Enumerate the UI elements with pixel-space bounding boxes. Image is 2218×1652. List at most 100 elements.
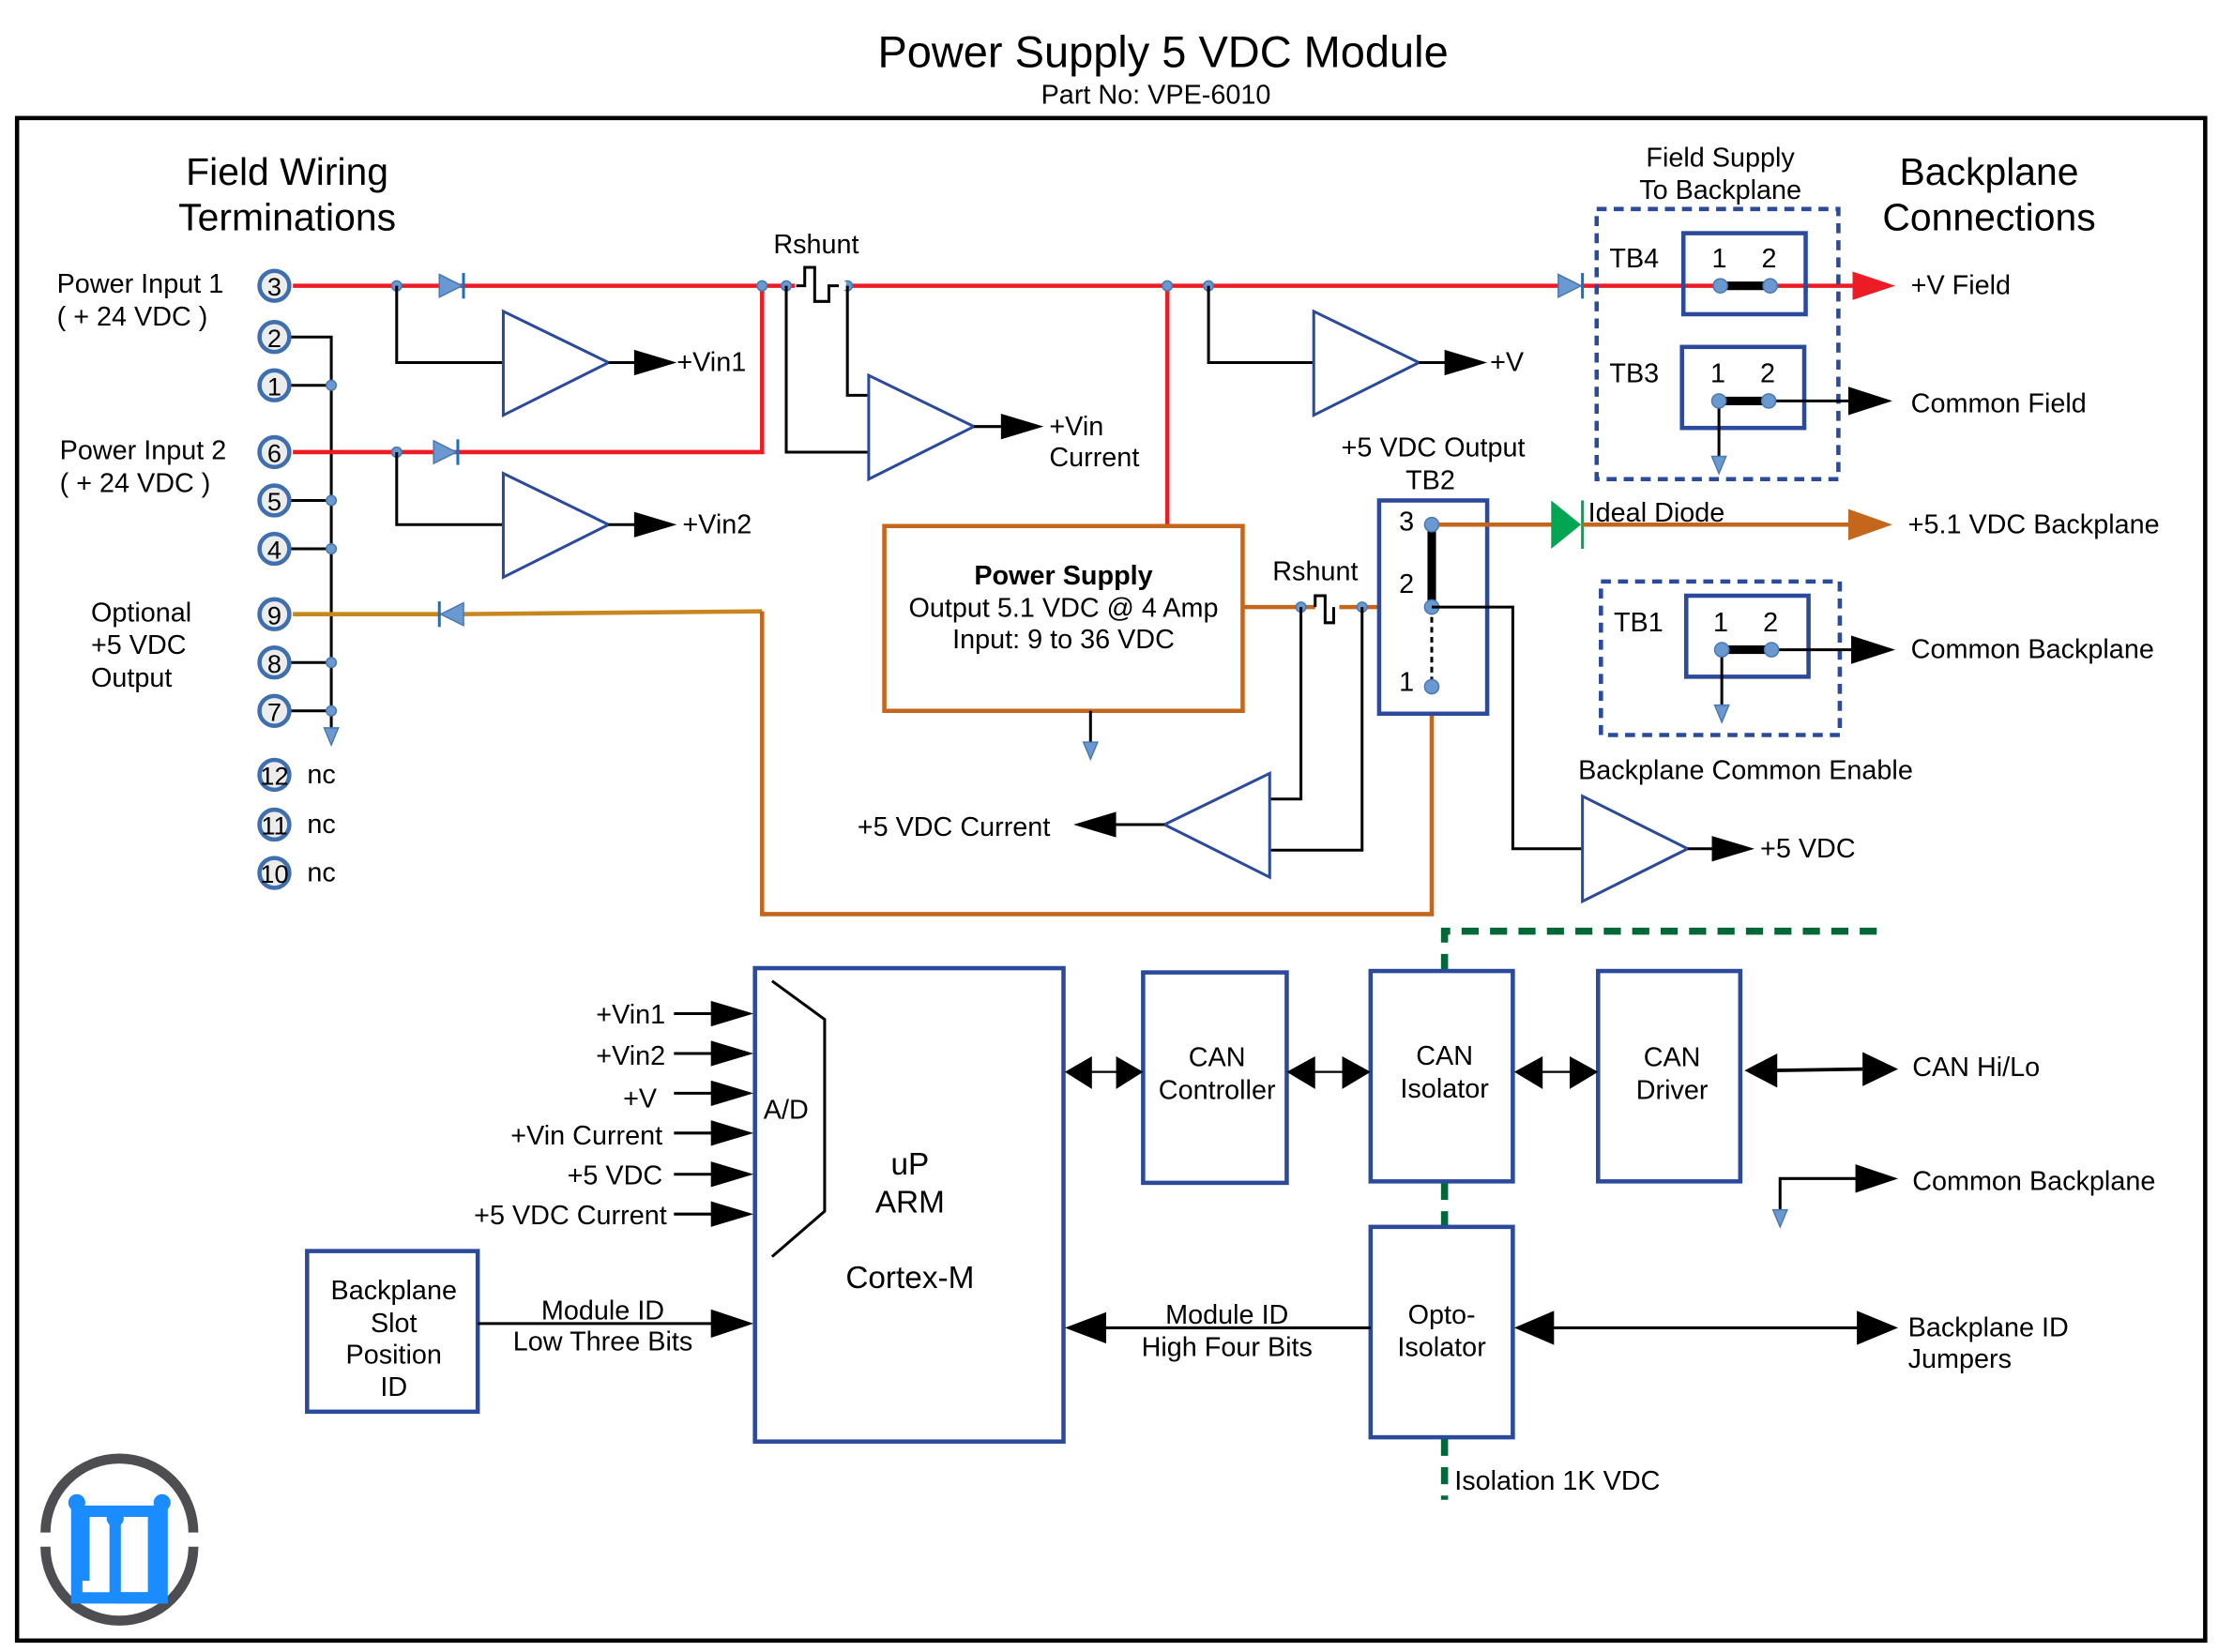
arrow-right-icon xyxy=(1855,1164,1899,1193)
nc-label: nc xyxy=(307,760,335,790)
5v-current-output-label: +5 VDC Current xyxy=(858,812,1051,842)
backplane-id-label: Backplane ID xyxy=(1908,1313,2069,1343)
slot-box-line-3: Position xyxy=(346,1340,442,1370)
module-id-low-label: Module ID xyxy=(541,1296,664,1326)
can-driver-line-2: Driver xyxy=(1636,1075,1709,1105)
backplane-common-enable-label: Backplane Common Enable xyxy=(1578,755,1913,785)
mcu-can-link xyxy=(1065,1055,1144,1089)
svg-text:+5 VDC Current: +5 VDC Current xyxy=(474,1201,667,1231)
field-supply-label: Field Supply xyxy=(1646,143,1795,173)
rshunt-2-icon xyxy=(1314,594,1335,625)
mcu-input-vin1: +Vin1 xyxy=(596,1000,754,1030)
tb4-block xyxy=(1680,231,1808,317)
can-controller-line-2: Controller xyxy=(1159,1075,1276,1105)
terminal-8: 8 xyxy=(257,645,292,680)
svg-text:+Vin2: +Vin2 xyxy=(596,1041,665,1071)
tb3-pin-2-node xyxy=(1760,393,1777,409)
5v-output-label: +5 VDC xyxy=(1760,834,1856,864)
svg-text:+5 VDC: +5 VDC xyxy=(568,1160,663,1190)
tb1-pin-2: 2 xyxy=(1763,608,1778,638)
vin-current-output-label: +Vin xyxy=(1049,412,1103,442)
ideal-diode-label: Ideal Diode xyxy=(1588,498,1725,528)
part-number: Part No: VPE-6010 xyxy=(1041,81,1271,111)
vfield-label: +V Field xyxy=(1911,271,2011,301)
diode-icon xyxy=(433,439,459,465)
amplifier-5v-icon xyxy=(1581,794,1692,904)
junction-node xyxy=(326,494,338,507)
ground-arrow-icon xyxy=(1771,1208,1788,1229)
terminal-7: 7 xyxy=(257,693,292,728)
tb1-label: TB1 xyxy=(1614,608,1664,638)
nc-label: nc xyxy=(307,858,335,888)
tb4-pin-2: 2 xyxy=(1762,244,1777,274)
optional-label-3: Output xyxy=(91,663,172,693)
tb3-label: TB3 xyxy=(1609,359,1659,389)
can-isolator-line-1: CAN xyxy=(1416,1041,1473,1071)
arrow-right-icon xyxy=(1000,414,1044,440)
vin2-sense-wire xyxy=(395,451,504,526)
slot-box-line-2: Slot xyxy=(371,1309,418,1339)
ideal-diode-icon xyxy=(1551,500,1582,549)
vin1-sense-wire xyxy=(395,285,504,365)
module-id-low-label-2: Low Three Bits xyxy=(513,1327,692,1357)
svg-text:3: 3 xyxy=(267,272,281,301)
amplifier-vin-current-icon xyxy=(867,372,978,482)
opto-isolator-line-1: Opto- xyxy=(1408,1300,1476,1330)
mcu-line-1: uP xyxy=(890,1147,929,1182)
tb4-label: TB4 xyxy=(1609,244,1659,274)
field-supply-label-2: To Backplane xyxy=(1639,175,1801,205)
mcu-line-2: ARM xyxy=(875,1186,945,1220)
diode-icon xyxy=(439,601,464,628)
tb2-pin-1: 1 xyxy=(1399,668,1414,698)
tb1-pin-2-node xyxy=(1763,642,1780,658)
svg-text:+V: +V xyxy=(623,1084,658,1114)
common-backplane-2-wire xyxy=(1778,1176,1863,1210)
terminal-1: 1 xyxy=(257,368,292,402)
junction-node xyxy=(756,280,768,292)
isolator-driver-link xyxy=(1513,1055,1599,1089)
arrow-right-icon xyxy=(633,349,677,376)
tb2-pin-1-node xyxy=(1423,678,1440,695)
opto-isolator-line-2: Isolator xyxy=(1397,1333,1486,1363)
field-wiring-heading: Field Wiring xyxy=(186,150,388,193)
tb1-pin-1-node xyxy=(1713,642,1730,658)
common-backplane-2-label: Common Backplane xyxy=(1912,1166,2155,1196)
arrow-right-icon xyxy=(1857,1311,1899,1345)
optional-5v-wire-2 xyxy=(457,609,763,616)
tb1-block xyxy=(1683,593,1811,679)
vin1-output-label: +Vin1 xyxy=(676,348,746,378)
tb2-pin-2: 2 xyxy=(1399,569,1414,599)
power-input-1-voltage: ( + 24 VDC ) xyxy=(57,302,208,332)
svg-text:5: 5 xyxy=(267,487,281,516)
tb3-pin-1: 1 xyxy=(1710,359,1725,389)
svg-text:+Vin Current: +Vin Current xyxy=(510,1121,662,1151)
v51-arrow-icon xyxy=(1848,508,1892,540)
vin-current-output-label-2: Current xyxy=(1049,443,1139,473)
mcu-input-vin-current: +Vin Current xyxy=(510,1120,754,1151)
terminal-3: 3 xyxy=(257,268,292,303)
mcu-input-v: +V xyxy=(623,1080,754,1114)
backplane-heading-2: Connections xyxy=(1882,196,2095,239)
module-id-high-label-2: High Four Bits xyxy=(1142,1333,1313,1363)
adc-label: A/D xyxy=(764,1096,809,1126)
rshunt-1-label: Rshunt xyxy=(773,230,858,260)
5v-current-sense-b xyxy=(1269,607,1364,852)
arrow-right-icon xyxy=(1848,386,1892,416)
common-field-label: Common Field xyxy=(1911,389,2087,419)
amplifier-vin2-icon xyxy=(501,471,613,580)
terminal-6: 6 xyxy=(257,434,292,470)
v-sense-wire xyxy=(1207,285,1314,365)
ground-arrow-icon xyxy=(323,727,340,748)
power-supply-title: Power Supply xyxy=(974,561,1152,591)
slot-box-line-4: ID xyxy=(380,1372,407,1402)
terminal-2: 2 xyxy=(257,320,292,355)
tb3-pin-1-node xyxy=(1710,393,1727,409)
field-common-bus xyxy=(290,335,333,728)
block-diagram: Power Supply 5 VDC Module Part No: VPE-6… xyxy=(14,26,2208,1644)
common-backplane-label: Common Backplane xyxy=(1911,635,2154,665)
mcu-line-3: Cortex-M xyxy=(845,1261,974,1296)
power-input-1-label: Power Input 1 xyxy=(57,269,224,299)
vin2-output-label: +Vin2 xyxy=(682,509,752,539)
v51-backplane-label: +5.1 VDC Backplane xyxy=(1908,509,2160,539)
optional-label: Optional xyxy=(91,598,191,628)
